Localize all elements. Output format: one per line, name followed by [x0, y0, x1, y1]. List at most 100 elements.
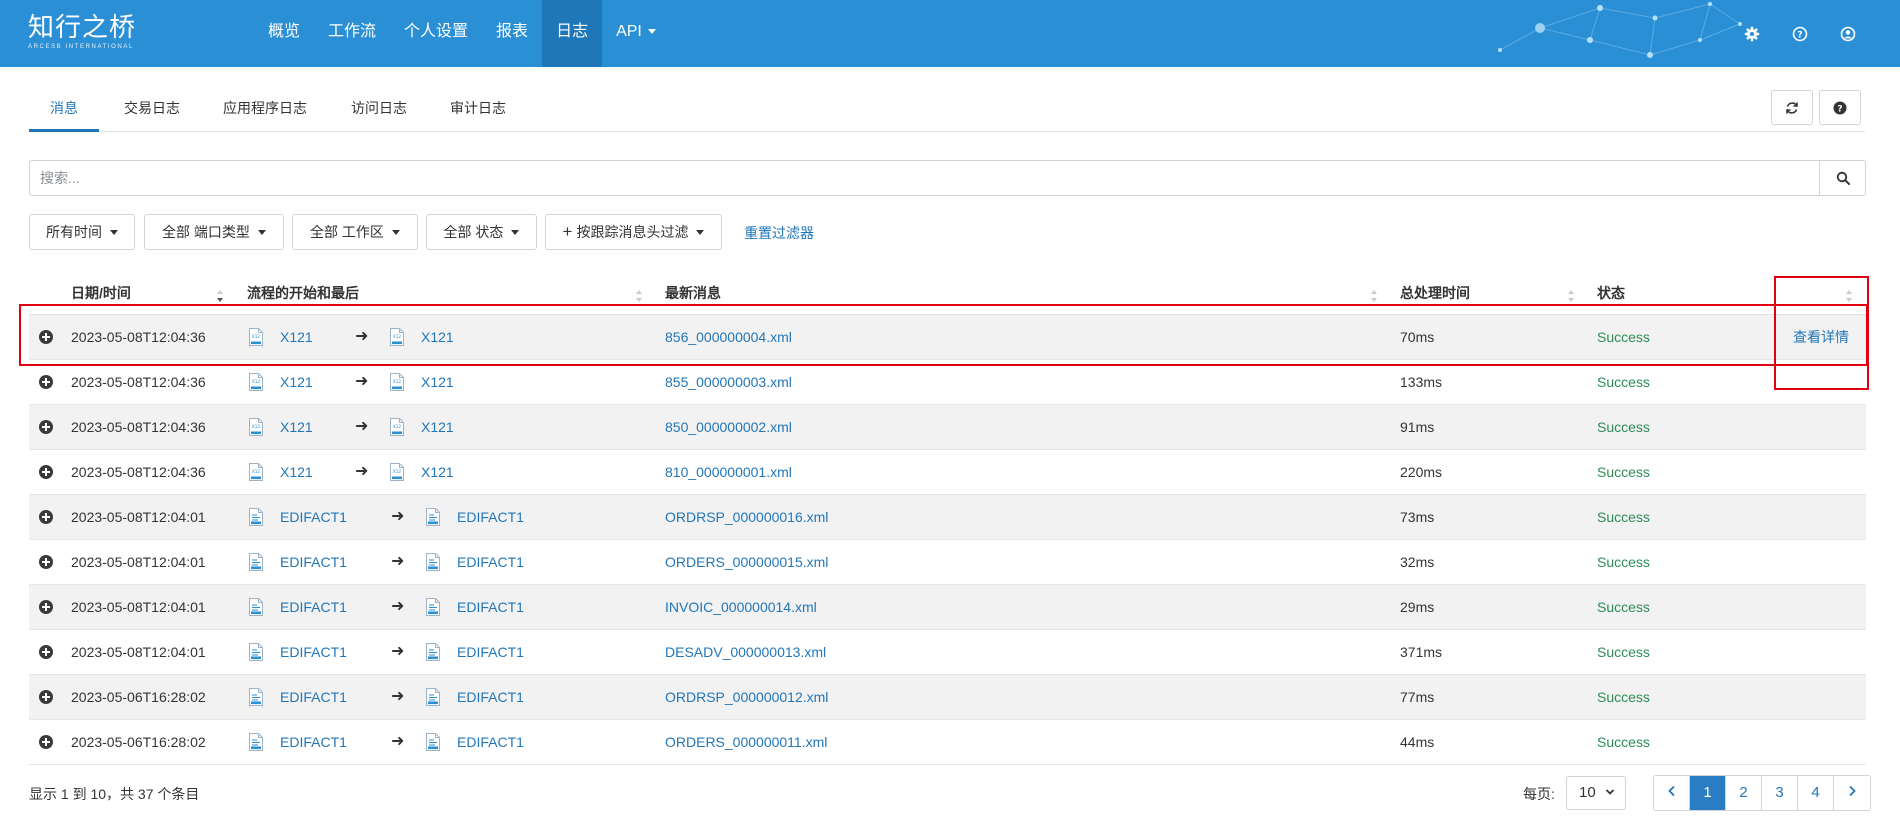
latest-message-link[interactable]: 810_000000001.xml [665, 450, 792, 494]
expand-row-icon[interactable] [39, 600, 53, 614]
flow-start-link[interactable]: X121 [280, 405, 313, 449]
header-duration[interactable]: 总处理时间 [1400, 278, 1470, 315]
flow-start-link[interactable]: EDIFACT1 [280, 540, 347, 584]
flow-end-link[interactable]: EDIFACT1 [457, 630, 524, 674]
time-filter-dropdown[interactable]: 所有时间 [29, 214, 135, 250]
latest-message-link[interactable]: DESADV_000000013.xml [665, 630, 826, 674]
per-page-select[interactable]: 10 [1566, 776, 1626, 810]
latest-message-link[interactable]: 855_000000003.xml [665, 360, 792, 404]
svg-text:X12: X12 [252, 424, 261, 429]
tab-messages[interactable]: 消息 [29, 90, 99, 132]
latest-message-link[interactable]: ORDERS_000000011.xml [665, 720, 827, 764]
page-button[interactable]: 3 [1762, 776, 1798, 810]
latest-message-link[interactable]: INVOIC_000000014.xml [665, 585, 817, 629]
sort-desc-icon[interactable] [216, 288, 224, 304]
help-button[interactable]: ? [1819, 90, 1861, 125]
flow-start-link[interactable]: EDIFACT1 [280, 495, 347, 539]
refresh-button[interactable] [1771, 90, 1813, 125]
tab-application-log[interactable]: 应用程序日志 [223, 90, 307, 132]
tracked-header-filter-dropdown[interactable]: + 按跟踪消息头过滤 [545, 214, 722, 250]
search-input[interactable] [30, 161, 1820, 195]
table-row[interactable]: 2023-05-08T12:04:01 EDIFACT1 ➜ EDIFACT1 INVO… [29, 585, 1866, 630]
next-page-button[interactable] [1834, 776, 1870, 810]
expand-row-icon[interactable] [39, 555, 53, 569]
nav-item-overview[interactable]: 概览 [254, 0, 314, 67]
tab-access-log[interactable]: 访问日志 [351, 90, 407, 132]
sort-icon[interactable] [1567, 288, 1575, 304]
nav-item-profile[interactable]: 个人设置 [390, 0, 482, 67]
help-icon[interactable]: ? [1788, 22, 1812, 46]
expand-row-icon[interactable] [39, 645, 53, 659]
nav-item-api[interactable]: API [602, 0, 670, 67]
latest-message-link[interactable]: ORDRSP_000000016.xml [665, 495, 828, 539]
table-row[interactable]: 2023-05-08T12:04:01 EDIFACT1 ➜ EDIFACT1 ORDR… [29, 495, 1866, 540]
view-details-link[interactable]: 查看详情 [1793, 315, 1849, 359]
page-button[interactable]: 2 [1726, 776, 1762, 810]
nav-item-logs[interactable]: 日志 [542, 0, 603, 67]
page-button[interactable]: 4 [1798, 776, 1834, 810]
tab-transaction-log[interactable]: 交易日志 [124, 90, 180, 132]
table-row[interactable]: 2023-05-08T12:04:36 X12 X121 ➜ X12 X121 810_00… [29, 450, 1866, 495]
nav-item-reports[interactable]: 报表 [482, 0, 542, 67]
expand-row-icon[interactable] [39, 735, 53, 749]
help-circle-icon: ? [1833, 101, 1847, 114]
latest-message-link[interactable]: ORDRSP_000000012.xml [665, 675, 828, 719]
flow-start-link[interactable]: X121 [280, 450, 313, 494]
search-button[interactable] [1819, 161, 1865, 195]
port-type-filter-dropdown[interactable]: 全部 端口类型 [144, 214, 284, 250]
file-type-icon: X12 [248, 328, 264, 346]
flow-end-link[interactable]: X121 [421, 405, 454, 449]
brand-logo[interactable]: 知行之桥 ARCESB INTERNATIONAL [28, 14, 136, 50]
flow-start-link[interactable]: EDIFACT1 [280, 675, 347, 719]
flow-start-link[interactable]: EDIFACT1 [280, 720, 347, 764]
latest-message-link[interactable]: 850_000000002.xml [665, 405, 792, 449]
flow-start-link[interactable]: EDIFACT1 [280, 585, 347, 629]
search-icon [1836, 171, 1850, 185]
flow-end-link[interactable]: EDIFACT1 [457, 675, 524, 719]
sort-icon[interactable] [1370, 288, 1378, 304]
nav-item-workflow[interactable]: 工作流 [314, 0, 390, 67]
table-row[interactable]: 2023-05-08T12:04:01 EDIFACT1 ➜ EDIFACT1 DESA… [29, 630, 1866, 675]
reset-filters-link[interactable]: 重置过滤器 [744, 223, 814, 243]
arrow-right-icon: ➜ [391, 643, 405, 660]
table-row[interactable]: 2023-05-08T12:04:36 X12 X121 ➜ X12 X121 855_00… [29, 360, 1866, 405]
expand-row-icon[interactable] [39, 375, 53, 389]
latest-message-link[interactable]: 856_000000004.xml [665, 315, 792, 359]
header-latest-message[interactable]: 最新消息 [665, 278, 721, 315]
prev-page-button[interactable] [1654, 776, 1690, 810]
flow-end-link[interactable]: EDIFACT1 [457, 540, 524, 584]
page-button[interactable]: 1 [1690, 776, 1726, 810]
flow-end-link[interactable]: EDIFACT1 [457, 720, 524, 764]
sort-icon[interactable] [1845, 288, 1853, 304]
flow-end-link[interactable]: X121 [421, 360, 454, 404]
header-datetime[interactable]: 日期/时间 [71, 278, 131, 315]
expand-row-icon[interactable] [39, 510, 53, 524]
flow-start-link[interactable]: X121 [280, 360, 313, 404]
latest-message-link[interactable]: ORDERS_000000015.xml [665, 540, 828, 584]
flow-end-link[interactable]: EDIFACT1 [457, 495, 524, 539]
workspace-filter-dropdown[interactable]: 全部 工作区 [292, 214, 418, 250]
flow-start-link[interactable]: X121 [280, 315, 313, 359]
expand-row-icon[interactable] [39, 420, 53, 434]
status-filter-dropdown[interactable]: 全部 状态 [426, 214, 537, 250]
filter-label: 全部 工作区 [310, 224, 384, 240]
table-row[interactable]: 2023-05-08T12:04:01 EDIFACT1 ➜ EDIFACT1 ORDE… [29, 540, 1866, 585]
gear-icon[interactable] [1740, 22, 1764, 46]
table-row[interactable]: 2023-05-08T12:04:36 X12 X121 ➜ X12 X121 856_00… [29, 315, 1866, 360]
flow-end-link[interactable]: EDIFACT1 [457, 585, 524, 629]
sort-icon[interactable] [635, 288, 643, 304]
flow-end-link[interactable]: X121 [421, 450, 454, 494]
table-row[interactable]: 2023-05-06T16:28:02 EDIFACT1 ➜ EDIFACT1 ORDE… [29, 720, 1866, 765]
flow-start-link[interactable]: EDIFACT1 [280, 630, 347, 674]
flow-end-link[interactable]: X121 [421, 315, 454, 359]
user-icon[interactable] [1836, 22, 1860, 46]
table-row[interactable]: 2023-05-08T12:04:36 X12 X121 ➜ X12 X121 850_00… [29, 405, 1866, 450]
table-row[interactable]: 2023-05-06T16:28:02 EDIFACT1 ➜ EDIFACT1 ORDR… [29, 675, 1866, 720]
expand-row-icon[interactable] [39, 330, 53, 344]
expand-row-icon[interactable] [39, 465, 53, 479]
expand-row-icon[interactable] [39, 690, 53, 704]
header-status[interactable]: 状态 [1597, 278, 1625, 315]
tab-audit-log[interactable]: 审计日志 [450, 90, 506, 132]
file-type-icon [425, 643, 441, 661]
header-flow[interactable]: 流程的开始和最后 [247, 278, 359, 315]
